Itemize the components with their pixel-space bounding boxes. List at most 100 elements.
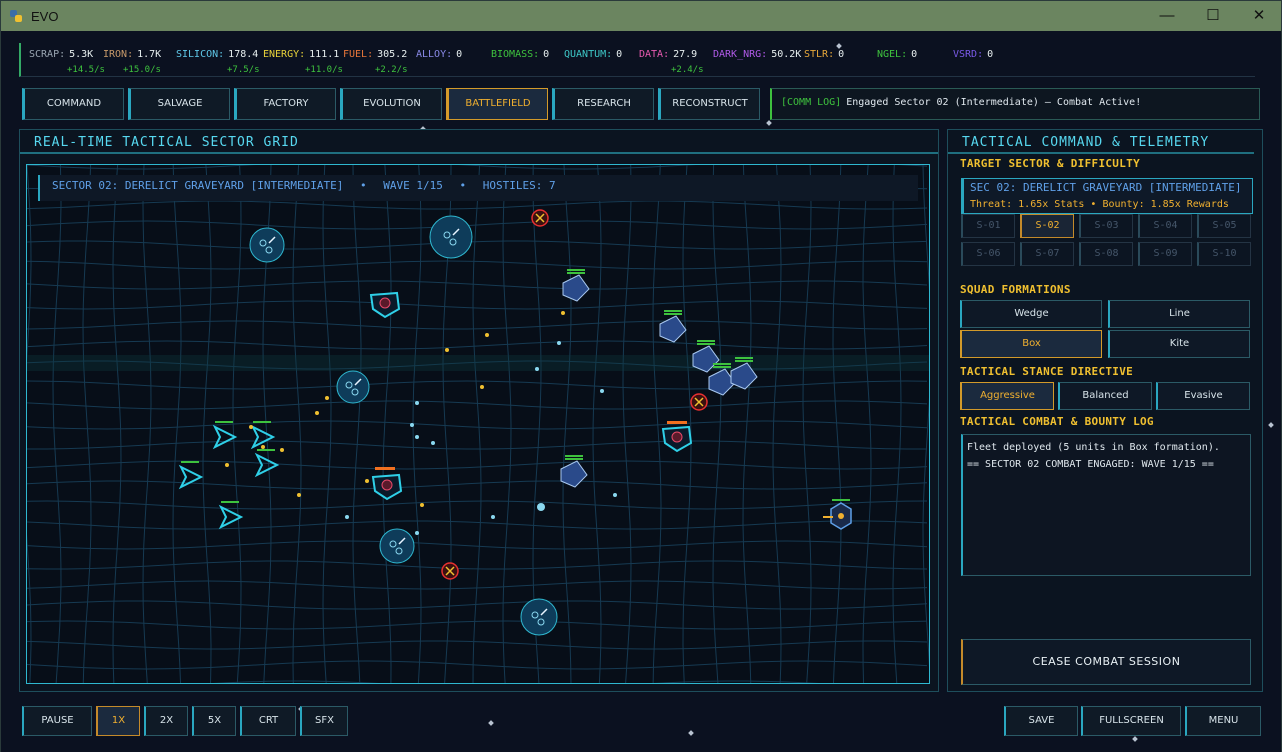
resource-0: SCRAP: 5.3K (29, 49, 93, 60)
resource-rate: +2.4/s (671, 64, 704, 75)
resource-value: 50.2K (771, 49, 802, 60)
separator: • (360, 179, 367, 192)
resource-8: DATA: 27.9 (639, 49, 697, 60)
projectile (261, 445, 265, 449)
pause-button[interactable]: PAUSE (22, 706, 92, 736)
fullscreen-button[interactable]: FULLSCREEN (1081, 706, 1181, 736)
resource-name: VSRD: (953, 49, 984, 60)
projectile (491, 515, 495, 519)
projectile (325, 396, 329, 400)
resource-name: ALLOY: (416, 49, 453, 60)
resource-value: 0 (987, 49, 994, 60)
sector-button-s-06[interactable]: S-06 (961, 242, 1015, 266)
combat-log: Fleet deployed (5 units in Box formation… (961, 434, 1251, 576)
resource-value: 0 (838, 49, 845, 60)
comm-log-bar: [COMM LOG] Engaged Sector 02 (Intermediat… (770, 88, 1260, 120)
separator: • (459, 179, 467, 192)
save-button[interactable]: SAVE (1004, 706, 1078, 736)
resource-name: QUANTUM: (564, 49, 613, 60)
resource-name: IRON: (103, 49, 134, 60)
resource-10: STLR: 0 (804, 49, 844, 60)
sector-button-s-10[interactable]: S-10 (1197, 242, 1251, 266)
sector-button-s-05[interactable]: S-05 (1197, 214, 1251, 238)
resource-value: 1.7K (137, 49, 162, 60)
formation-line-button[interactable]: Line (1108, 300, 1250, 328)
projectile (537, 503, 545, 511)
tab-factory[interactable]: FACTORY (234, 88, 336, 120)
resource-rate: +15.0/s (123, 64, 161, 75)
tab-salvage[interactable]: SALVAGE (128, 88, 230, 120)
combat-log-label: TACTICAL COMBAT & BOUNTY LOG (960, 415, 1154, 428)
resource-rate-value: +2.4/s (671, 65, 704, 75)
resource-name: FUEL: (343, 49, 374, 60)
minimize-button[interactable]: — (1149, 5, 1185, 27)
tab-reconstruct[interactable]: RECONSTRUCT (658, 88, 760, 120)
sfx-button[interactable]: SFX (300, 706, 348, 736)
2x-button[interactable]: 2X (144, 706, 188, 736)
stance-aggressive-button[interactable]: Aggressive (960, 382, 1054, 410)
sector-button-s-03[interactable]: S-03 (1079, 214, 1133, 238)
close-button[interactable]: ✕ (1241, 5, 1277, 27)
projectile (600, 389, 604, 393)
battle-arena[interactable]: SECTOR 02: DERELICT GRAVEYARD [INTERMEDI… (26, 164, 930, 684)
formation-kite-button[interactable]: Kite (1108, 330, 1250, 358)
resource-value: 0 (911, 49, 918, 60)
resource-value: 111.1 (309, 49, 340, 60)
resource-name: BIOMASS: (491, 49, 540, 60)
projectile (365, 479, 369, 483)
crt-button[interactable]: CRT (240, 706, 296, 736)
tab-research[interactable]: RESEARCH (552, 88, 654, 120)
sector-button-s-08[interactable]: S-08 (1079, 242, 1133, 266)
sector-button-s-07[interactable]: S-07 (1020, 242, 1074, 266)
sector-name: SECTOR 02: DERELICT GRAVEYARD [INTERMEDI… (52, 179, 344, 192)
resource-rate: +11.0/s (305, 64, 343, 75)
tab-battlefield[interactable]: BATTLEFIELD (446, 88, 548, 120)
player-ship (212, 424, 238, 450)
stance-balanced-button[interactable]: Balanced (1058, 382, 1152, 410)
1x-button[interactable]: 1X (96, 706, 140, 736)
projectile (431, 441, 435, 445)
projectile (535, 367, 539, 371)
tab-command[interactable]: COMMAND (22, 88, 124, 120)
stance-evasive-button[interactable]: Evasive (1156, 382, 1250, 410)
resource-name: SILICON: (176, 49, 225, 60)
resource-6: BIOMASS: 0 (491, 49, 549, 60)
resource-name: ENERGY: (263, 49, 306, 60)
projectile (557, 341, 561, 345)
selected-sector-name: SEC 02: DERELICT GRAVEYARD [INTERMEDIATE… (970, 181, 1242, 194)
menu-button[interactable]: MENU (1185, 706, 1261, 736)
5x-button[interactable]: 5X (192, 706, 236, 736)
resource-7: QUANTUM: 0 (564, 49, 622, 60)
target-sector-label: TARGET SECTOR & DIFFICULTY (960, 157, 1140, 170)
resource-value: 5.3K (69, 49, 94, 60)
projectile (561, 311, 565, 315)
resource-name: DARK_NRG: (713, 49, 768, 60)
resource-name: SCRAP: (29, 49, 66, 60)
maximize-button[interactable]: ☐ (1195, 5, 1231, 27)
resource-12: VSRD: 0 (953, 49, 993, 60)
projectile (345, 515, 349, 519)
shielded-unit (429, 215, 473, 259)
resource-rate: +14.5/s (67, 64, 105, 75)
telemetry-title: TACTICAL COMMAND & TELEMETRY (962, 135, 1210, 150)
grid-title: REAL-TIME TACTICAL SECTOR GRID (34, 135, 299, 150)
projectile (480, 385, 484, 389)
tab-evolution[interactable]: EVOLUTION (340, 88, 442, 120)
projectile (415, 531, 419, 535)
sector-button-s-01[interactable]: S-01 (961, 214, 1015, 238)
formation-box-button[interactable]: Box (960, 330, 1102, 358)
resource-bar: SCRAP: 5.3K +14.5/s IRON: 1.7K +15.0/s SILICON… (19, 43, 1255, 77)
resource-value: 305.2 (377, 49, 408, 60)
sector-button-s-04[interactable]: S-04 (1138, 214, 1192, 238)
formation-wedge-button[interactable]: Wedge (960, 300, 1102, 328)
cease-combat-button[interactable]: CEASE COMBAT SESSION (961, 639, 1251, 685)
log-line: Fleet deployed (5 units in Box formation… (967, 442, 1220, 453)
sector-button-s-09[interactable]: S-09 (1138, 242, 1192, 266)
resource-name: DATA: (639, 49, 670, 60)
player-ship (254, 452, 280, 478)
resource-name: STLR: (804, 49, 835, 60)
projectile (485, 333, 489, 337)
resource-name: NGEL: (877, 49, 908, 60)
sector-button-s-02[interactable]: S-02 (1020, 214, 1074, 238)
resource-rate-value: +7.5/s (227, 65, 260, 75)
